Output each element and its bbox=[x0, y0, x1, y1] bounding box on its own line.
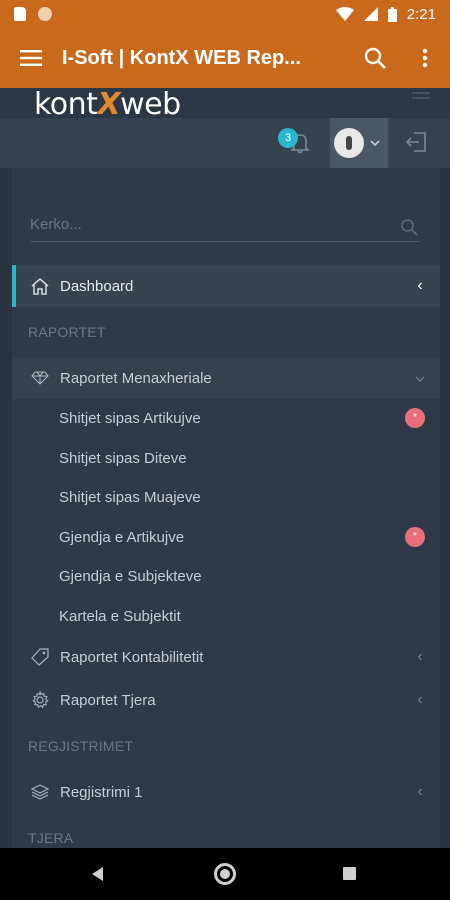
section-label-raportet: RAPORTET bbox=[28, 324, 106, 340]
chevron-down-icon bbox=[370, 139, 380, 146]
home-icon bbox=[12, 277, 60, 295]
sidebar-item-raportet-tjera[interactable]: Raportet Tjera ‹ bbox=[12, 679, 440, 721]
status-bar: 2:21 bbox=[0, 0, 450, 28]
chevron-left-icon: ‹ bbox=[417, 783, 423, 800]
sidebar-item-label: Raportet Tjera bbox=[60, 691, 156, 709]
submenu-item-gjendja-subjekteve[interactable]: Gjendja e Subjekteve bbox=[59, 568, 202, 585]
sidebar-item-raportet-kontabilitetit[interactable]: Raportet Kontabilitetit ‹ bbox=[12, 636, 440, 678]
back-icon[interactable] bbox=[92, 867, 103, 881]
search-icon[interactable] bbox=[400, 218, 418, 236]
avatar bbox=[334, 128, 364, 158]
recent-apps-icon[interactable] bbox=[343, 867, 356, 880]
diamond-icon bbox=[12, 371, 60, 385]
sidebar-menu: Dashboard ‹ RAPORTET Raportet Menaxheria… bbox=[12, 168, 440, 848]
search-icon bbox=[364, 47, 386, 69]
notification-count-badge: 3 bbox=[278, 128, 298, 148]
search-box bbox=[30, 212, 420, 242]
logout-icon[interactable] bbox=[404, 130, 428, 154]
app-title: I-Soft | KontX WEB Rep... bbox=[62, 46, 301, 69]
chevron-left-icon: ‹ bbox=[417, 648, 423, 665]
section-label-tjera: TJERA bbox=[28, 830, 74, 846]
section-label-regjistrimet: REGJISTRIMET bbox=[28, 738, 134, 754]
kontxweb-logo: kontXweb bbox=[34, 87, 181, 122]
sidebar-item-label: Raportet Menaxheriale bbox=[60, 369, 212, 387]
new-badge: * bbox=[405, 408, 425, 428]
submenu-item-shitjet-muajeve[interactable]: Shitjet sipas Muajeve bbox=[59, 489, 201, 506]
sidebar-item-dashboard[interactable]: Dashboard ‹ bbox=[12, 265, 440, 307]
overflow-menu-button[interactable] bbox=[400, 28, 450, 88]
sidebar-item-label: Dashboard bbox=[60, 277, 134, 295]
submenu-item-kartela-subjektit[interactable]: Kartela e Subjektit bbox=[59, 608, 181, 625]
home-button-icon[interactable] bbox=[214, 863, 236, 885]
notification-dot-icon bbox=[38, 7, 52, 21]
sidebar-toggle-icon[interactable] bbox=[412, 92, 430, 102]
gear-icon bbox=[12, 691, 60, 709]
chevron-left-icon: ‹ bbox=[417, 277, 423, 294]
user-menu-button[interactable] bbox=[330, 118, 388, 168]
sidebar-item-regjistrimi-1[interactable]: Regjistrimi 1 ‹ bbox=[12, 771, 440, 813]
chevron-down-icon bbox=[400, 369, 440, 387]
new-badge: * bbox=[405, 527, 425, 547]
status-time: 2:21 bbox=[406, 5, 436, 23]
signal-icon bbox=[363, 7, 378, 21]
search-input[interactable] bbox=[30, 212, 390, 233]
chevron-left-icon: ‹ bbox=[417, 691, 423, 708]
search-button[interactable] bbox=[350, 28, 400, 88]
sidebar-item-label: Regjistrimi 1 bbox=[60, 783, 143, 801]
sim-card-icon bbox=[14, 7, 26, 21]
tag-icon bbox=[12, 648, 60, 666]
android-nav-bar bbox=[0, 848, 450, 900]
sidebar-item-raportet-menaxheriale[interactable]: Raportet Menaxheriale bbox=[12, 357, 440, 399]
wifi-icon bbox=[335, 7, 354, 21]
more-vert-icon bbox=[422, 48, 428, 68]
submenu-item-shitjet-diteve[interactable]: Shitjet sipas Diteve bbox=[59, 450, 187, 467]
hamburger-icon bbox=[20, 50, 42, 66]
menu-button[interactable] bbox=[0, 28, 62, 88]
logo-header: kontXweb bbox=[0, 88, 450, 122]
battery-icon bbox=[387, 6, 397, 22]
layers-icon bbox=[12, 784, 60, 800]
submenu-item-gjendja-artikujve[interactable]: Gjendja e Artikujve bbox=[59, 529, 184, 546]
app-bar: I-Soft | KontX WEB Rep... bbox=[0, 28, 450, 88]
sidebar-item-label: Raportet Kontabilitetit bbox=[60, 648, 204, 666]
submenu-item-shitjet-artikujve[interactable]: Shitjet sipas Artikujve bbox=[59, 410, 201, 427]
